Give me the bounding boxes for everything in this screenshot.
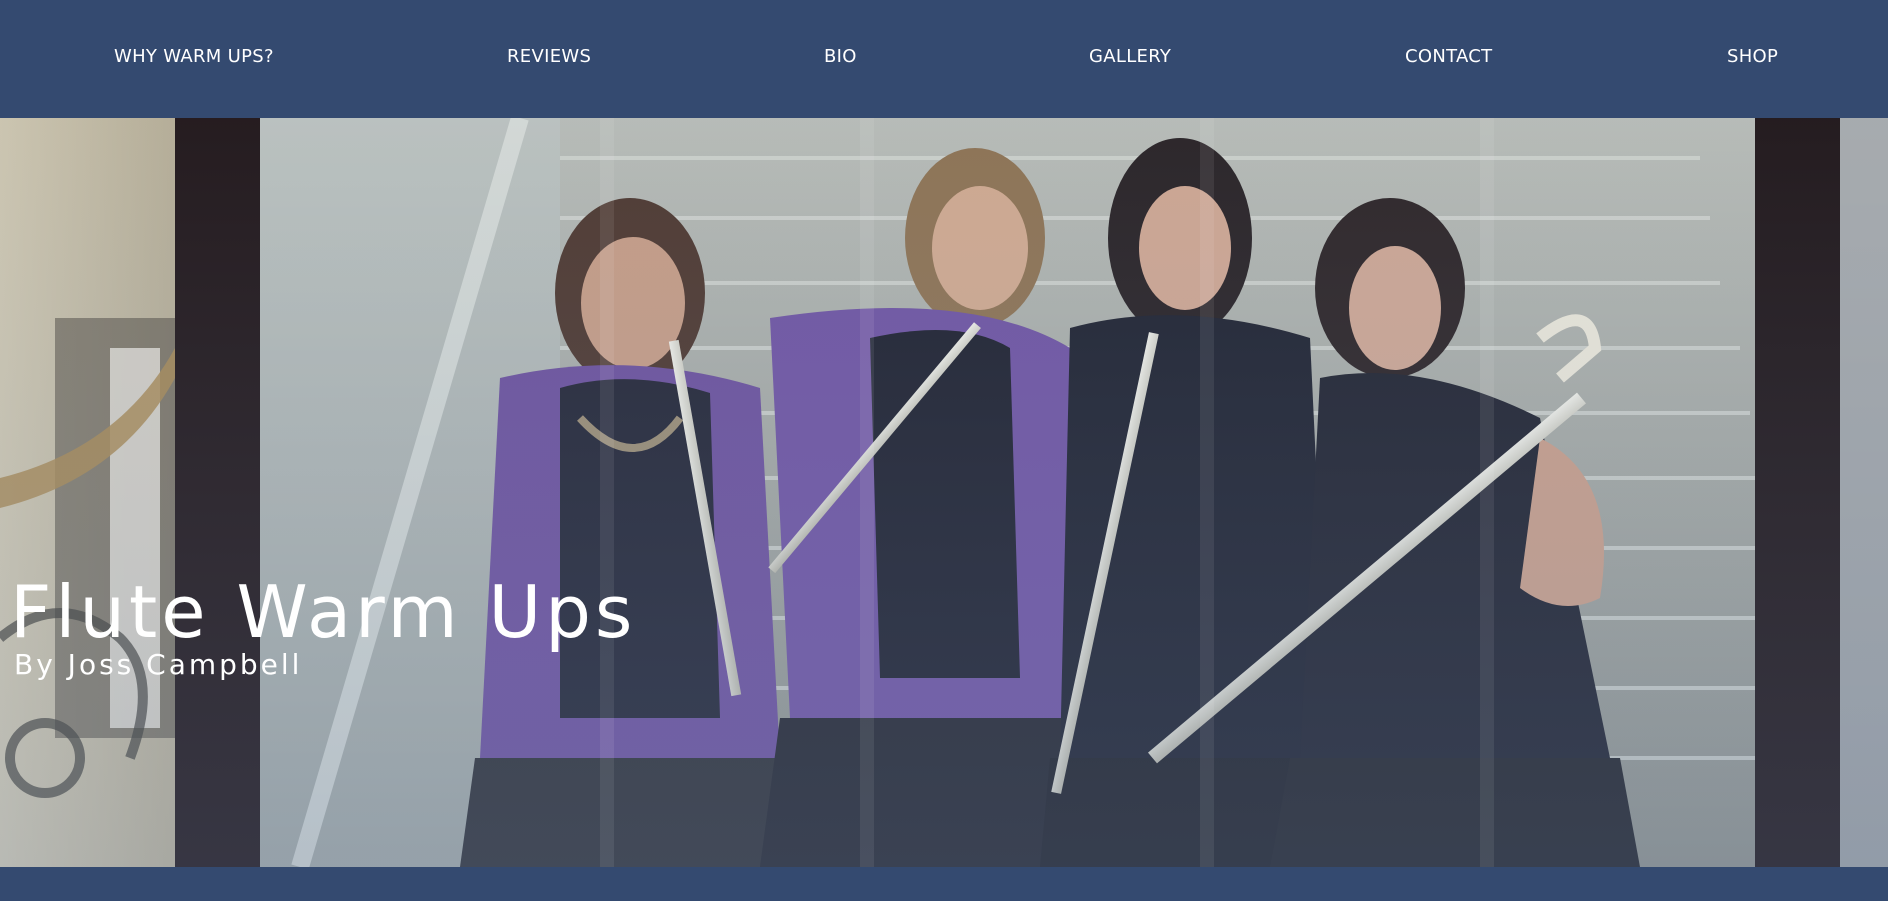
hero-subtitle: By Joss Campbell — [14, 648, 303, 681]
nav-item-contact[interactable]: CONTACT — [1405, 46, 1492, 67]
nav-item-gallery[interactable]: GALLERY — [1089, 46, 1171, 67]
nav-item-why-warm-ups[interactable]: WHY WARM UPS? — [114, 46, 274, 67]
hero-banner: Flute Warm Ups By Joss Campbell — [0, 118, 1888, 867]
nav-item-bio[interactable]: BIO — [824, 46, 857, 67]
nav-item-shop[interactable]: SHOP — [1727, 46, 1778, 67]
hero-photo — [0, 118, 1888, 867]
footer-band — [0, 867, 1888, 901]
page-title: Flute Warm Ups — [10, 570, 637, 654]
top-navigation: WHY WARM UPS? REVIEWS BIO GALLERY CONTAC… — [0, 0, 1888, 118]
nav-item-reviews[interactable]: REVIEWS — [507, 46, 591, 67]
